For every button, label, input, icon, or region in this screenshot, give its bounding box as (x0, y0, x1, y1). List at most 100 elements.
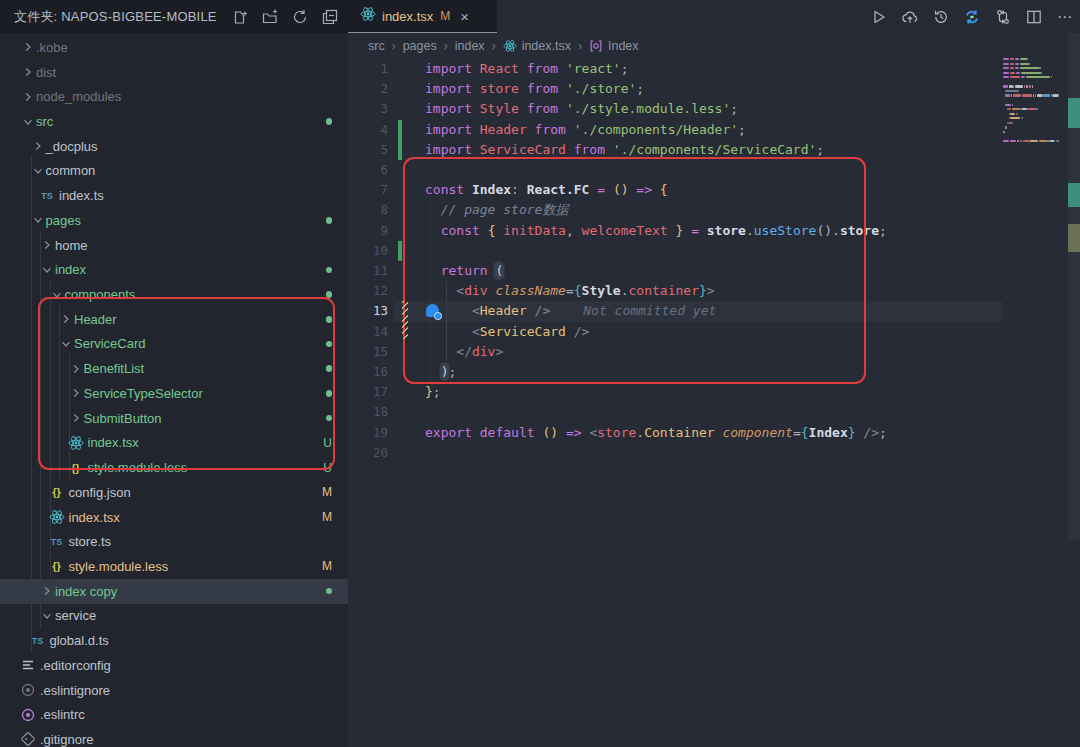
minimap-line (1003, 58, 1009, 60)
tree-folder-index[interactable]: index (0, 257, 348, 282)
tree-folder-common[interactable]: common (0, 159, 348, 184)
chevron-down-icon (30, 163, 46, 179)
explorer-header: 文件夹: NAPOS-BIGBEE-MOBILE (0, 0, 348, 33)
tab-close-icon[interactable]: × (460, 8, 469, 25)
minimap-line (1003, 72, 1009, 74)
minimap-line (1020, 94, 1021, 96)
breadcrumb-src[interactable]: src (368, 39, 385, 53)
new-file-icon[interactable] (231, 8, 248, 25)
code-line-2[interactable]: 2import store from './store'; (348, 79, 1068, 99)
braces-file-icon: {} (49, 558, 65, 574)
code-line-17[interactable]: 17}; (348, 382, 1068, 402)
tree-folder-.kobe[interactable]: .kobe (0, 35, 348, 60)
minimap-line (1010, 76, 1020, 78)
chevron-right-icon (39, 583, 55, 599)
tree-file-.eslintignore[interactable]: .eslintignore (0, 678, 348, 703)
minimap-line (1020, 140, 1022, 142)
new-folder-icon[interactable] (261, 8, 278, 25)
tree-folder-pages[interactable]: pages (0, 208, 348, 233)
line-number: 17 (348, 382, 388, 402)
minimap-line (1027, 58, 1028, 60)
code-line-1[interactable]: 1import React from 'react'; (348, 59, 1068, 79)
minimap-line (1003, 63, 1009, 65)
minimap-line (1004, 131, 1005, 133)
git-modified-dot (326, 588, 333, 595)
tree-file-style.module.less[interactable]: {}style.module.lessM (0, 554, 348, 579)
tree-file-.eslintrc[interactable]: .eslintrc (0, 702, 348, 727)
minimap-line (1003, 76, 1009, 78)
git-compare-icon[interactable] (994, 8, 1012, 26)
code-line-3[interactable]: 3import Style from './style.module.less'… (348, 99, 1068, 119)
tree-folder-src[interactable]: src (0, 109, 348, 134)
tree-file-config.json[interactable]: {}config.jsonM (0, 480, 348, 505)
breadcrumbs: src›pages›index›index.tsx›Index (348, 33, 1068, 59)
minimap-line (1021, 72, 1041, 74)
run-icon[interactable] (870, 8, 888, 26)
minimap-line (1006, 126, 1007, 128)
minimap-line (1021, 76, 1025, 78)
git-status-badge: M (322, 510, 332, 524)
git-modified-dot (326, 267, 333, 274)
tree-folder-index-copy[interactable]: index copy (0, 579, 348, 604)
tree-file-.editorconfig[interactable]: .editorconfig (0, 653, 348, 678)
minimap-line (1043, 94, 1051, 96)
tree-file-.gitignore[interactable]: .gitignore (0, 727, 348, 747)
breadcrumb-index.tsx[interactable]: index.tsx (503, 39, 571, 53)
line-number: 12 (348, 281, 388, 301)
cloud-upload-icon[interactable] (901, 8, 919, 26)
chevron-down-icon (30, 212, 46, 228)
chevron-right-icon (20, 89, 36, 105)
minimap-line (1035, 94, 1036, 96)
git-file-icon (20, 731, 36, 747)
minimap-line (1037, 108, 1038, 110)
git-status-badge: M (322, 485, 332, 499)
code-line-19[interactable]: 19export default () => <store.Container … (348, 423, 1068, 443)
minimap-line (1015, 67, 1019, 69)
tree-file-index.ts[interactable]: TSindex.ts (0, 183, 348, 208)
tree-file-store.ts[interactable]: TSstore.ts (0, 529, 348, 554)
minimap-line (1058, 94, 1059, 96)
code-line-18[interactable]: 18 (348, 402, 1068, 422)
minimap-line (1026, 85, 1028, 87)
tree-folder-node-modules[interactable]: node_modules (0, 84, 348, 109)
breadcrumb-index[interactable]: index (455, 39, 485, 53)
breadcrumb-pages[interactable]: pages (403, 39, 437, 53)
minimap-line (1008, 108, 1011, 110)
history-icon[interactable] (932, 8, 950, 26)
collapse-all-icon[interactable] (321, 8, 338, 25)
refresh-icon[interactable] (291, 8, 308, 25)
minimap-line (1010, 140, 1017, 142)
eslint-dim-file-icon (20, 682, 36, 698)
code-line-4[interactable]: 4import Header from './components/Header… (348, 120, 1068, 140)
minimap-line (1040, 67, 1041, 69)
tree-folder--docplus[interactable]: _docplus (0, 134, 348, 159)
code-line-20[interactable]: 20 (348, 443, 1068, 463)
tree-file-global.d.ts[interactable]: TSglobal.d.ts (0, 628, 348, 653)
minimap[interactable] (1003, 58, 1063, 178)
git-status-badge: M (322, 559, 332, 573)
minimap-line (1010, 117, 1020, 119)
line-number: 13 (348, 301, 388, 321)
tree-file-index.tsx[interactable]: index.tsxM (0, 505, 348, 530)
editor-actions: ⋯ (870, 0, 1074, 33)
more-icon[interactable]: ⋯ (1056, 8, 1074, 26)
overview-ruler[interactable] (1068, 33, 1080, 747)
explorer-actions (231, 8, 338, 25)
tree-folder-home[interactable]: home (0, 233, 348, 258)
breadcrumb-separator: › (578, 39, 582, 53)
explorer-folder-title: 文件夹: NAPOS-BIGBEE-MOBILE (14, 8, 217, 26)
tab-index-tsx[interactable]: index.tsx M × (348, 0, 497, 33)
minimap-line (1020, 63, 1029, 65)
line-number: 19 (348, 423, 388, 443)
minimap-line (1012, 108, 1021, 110)
minimap-line (1020, 58, 1027, 60)
minimap-line (1020, 67, 1040, 69)
tree-folder-service[interactable]: service (0, 604, 348, 629)
minimap-line (1032, 85, 1033, 87)
minimap-line (1024, 140, 1029, 142)
tree-folder-dist[interactable]: dist (0, 60, 348, 85)
tab-label: index.tsx (382, 9, 433, 24)
split-editor-icon[interactable] (1025, 8, 1043, 26)
sync-extension-icon[interactable] (963, 8, 981, 26)
breadcrumb-index[interactable]: Index (589, 39, 639, 53)
